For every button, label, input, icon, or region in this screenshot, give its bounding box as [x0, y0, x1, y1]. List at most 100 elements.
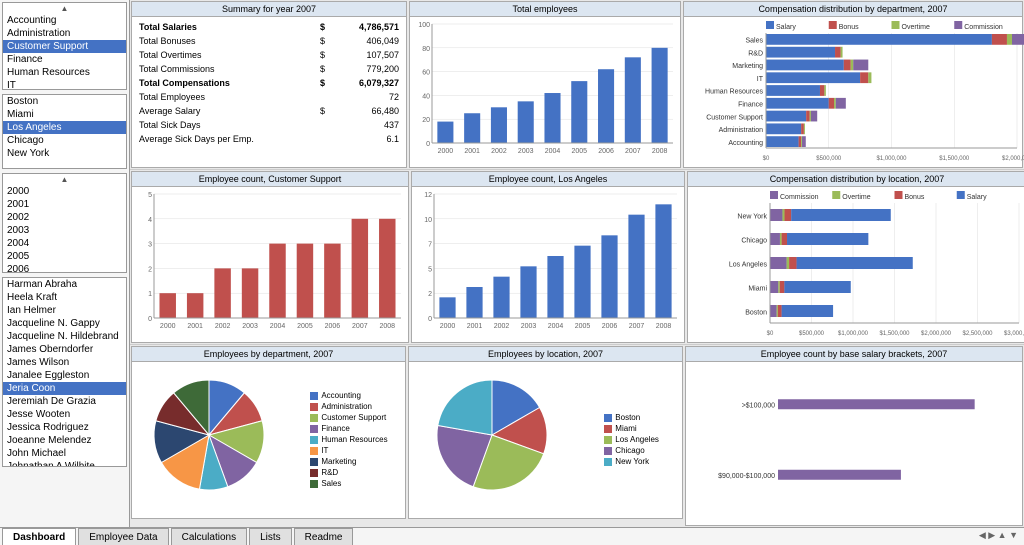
svg-text:2000: 2000 — [438, 148, 454, 155]
svg-text:100: 100 — [418, 22, 430, 29]
tab-lists[interactable]: Lists — [249, 528, 292, 545]
svg-text:Miami: Miami — [748, 286, 767, 293]
year-item[interactable]: 2005 — [3, 250, 126, 263]
svg-text:$0: $0 — [763, 156, 770, 162]
pie-legend-item: IT — [310, 446, 387, 455]
emp-item[interactable]: Jeremiah De Grazia — [3, 395, 126, 408]
summary-row: Total Compensations$6,079,327 — [136, 77, 402, 89]
svg-text:Chicago: Chicago — [741, 238, 767, 245]
tab-readme[interactable]: Readme — [294, 528, 354, 545]
tab-calculations[interactable]: Calculations — [171, 528, 247, 545]
emp-item[interactable]: Johnathan A Wilhite — [3, 460, 126, 467]
svg-text:0: 0 — [426, 141, 430, 148]
main-container: ▲ AccountingAdministrationCustomer Suppo… — [0, 0, 1024, 545]
summary-title: Summary for year 2007 — [132, 2, 406, 17]
svg-text:New York: New York — [737, 214, 767, 221]
svg-text:2005: 2005 — [575, 323, 591, 330]
emp-item[interactable]: Harman Abraha — [3, 278, 126, 291]
svg-text:2008: 2008 — [652, 148, 668, 155]
svg-text:2005: 2005 — [297, 323, 313, 330]
summary-row: Average Salary$66,480 — [136, 105, 402, 117]
locations-listbox[interactable]: BostonMiamiLos AngelesChicagoNew York — [2, 94, 127, 169]
svg-text:Commission: Commission — [964, 24, 1003, 31]
tab-dashboard[interactable]: Dashboard — [2, 528, 76, 545]
emp-item[interactable]: Jacqueline N. Hildebrand — [3, 330, 126, 343]
emp-item[interactable]: James Oberndorfer — [3, 343, 126, 356]
loc-item[interactable]: Los Angeles — [3, 121, 126, 134]
pie-legend-item: Sales — [310, 479, 387, 488]
loc-item[interactable]: Chicago — [3, 134, 126, 147]
pie-legend-item: Chicago — [604, 446, 659, 455]
year-item[interactable]: 2006 — [3, 263, 126, 273]
year-item[interactable]: 2004 — [3, 237, 126, 250]
pie-legend-item: Finance — [310, 424, 387, 433]
dept-pie-chart — [149, 375, 279, 505]
emp-item[interactable]: Jacqueline N. Gappy — [3, 317, 126, 330]
dept-item[interactable]: Customer Support — [3, 40, 126, 53]
dept-item[interactable]: Administration — [3, 27, 126, 40]
dept-item[interactable]: IT — [3, 79, 126, 90]
emp-item[interactable]: Janalee Eggleston — [3, 369, 126, 382]
total-employees-chart: 0204060801002000200120022003200420052006… — [412, 19, 678, 168]
comp-dept-chart: SalaryBonusOvertimeCommission$0$500,000$… — [686, 19, 1022, 168]
svg-text:2008: 2008 — [656, 323, 672, 330]
svg-text:$1,000,000: $1,000,000 — [838, 331, 869, 337]
content-area: ▲ AccountingAdministrationCustomer Suppo… — [0, 0, 1024, 527]
emp-item[interactable]: Jeria Coon — [3, 382, 126, 395]
employees-listbox[interactable]: Harman AbrahaHeela KraftIan HelmerJacque… — [2, 277, 127, 467]
emp-count-loc-title: Employee count, Los Angeles — [412, 172, 684, 187]
comp-dept-title: Compensation distribution by department,… — [684, 2, 1022, 17]
svg-text:10: 10 — [424, 217, 432, 224]
svg-text:80: 80 — [422, 46, 430, 53]
emp-by-loc-title: Employees by location, 2007 — [409, 347, 682, 362]
pie-legend-item: Los Angeles — [604, 435, 659, 444]
scroll-up-year[interactable]: ▲ — [3, 174, 126, 185]
emp-count-dept-title: Employee count, Customer Support — [132, 172, 408, 187]
year-item[interactable]: 2000 — [3, 185, 126, 198]
svg-text:Marketing: Marketing — [732, 63, 763, 70]
summary-row: Total Overtimes$107,507 — [136, 49, 402, 61]
svg-text:2000: 2000 — [160, 323, 176, 330]
dept-item[interactable]: Accounting — [3, 14, 126, 27]
svg-text:0: 0 — [428, 316, 432, 323]
svg-text:2004: 2004 — [548, 323, 564, 330]
loc-item[interactable]: New York — [3, 147, 126, 160]
comp-loc-title: Compensation distribution by location, 2… — [688, 172, 1024, 187]
svg-text:2002: 2002 — [494, 323, 510, 330]
svg-text:2007: 2007 — [352, 323, 368, 330]
emp-by-dept-title: Employees by department, 2007 — [132, 347, 405, 362]
year-item[interactable]: 2003 — [3, 224, 126, 237]
svg-text:$3,000,000: $3,000,000 — [1004, 331, 1024, 337]
emp-item[interactable]: Jessica Rodriguez — [3, 421, 126, 434]
dept-item[interactable]: Human Resources — [3, 66, 126, 79]
emp-item[interactable]: Heela Kraft — [3, 291, 126, 304]
svg-text:7: 7 — [428, 242, 432, 249]
emp-item[interactable]: John Michael — [3, 447, 126, 460]
svg-text:5: 5 — [148, 192, 152, 199]
svg-text:3: 3 — [148, 242, 152, 249]
total-employees-title: Total employees — [410, 2, 680, 17]
dept-item[interactable]: Finance — [3, 53, 126, 66]
scroll-up-dept[interactable]: ▲ — [3, 3, 126, 14]
svg-text:$0: $0 — [767, 331, 774, 337]
pie-legend-item: Boston — [604, 413, 659, 422]
loc-item[interactable]: Miami — [3, 108, 126, 121]
emp-item[interactable]: James Wilson — [3, 356, 126, 369]
top-row: Summary for year 2007 Total Salaries$4,7… — [130, 0, 1024, 170]
pie-legend-item: New York — [604, 457, 659, 466]
emp-item[interactable]: Joeanne Melendez — [3, 434, 126, 447]
year-item[interactable]: 2002 — [3, 211, 126, 224]
pie-legend-item: Miami — [604, 424, 659, 433]
svg-text:$1,500,000: $1,500,000 — [939, 156, 970, 162]
svg-text:4: 4 — [148, 217, 152, 224]
svg-text:2: 2 — [428, 291, 432, 298]
loc-item[interactable]: Boston — [3, 95, 126, 108]
years-listbox[interactable]: ▲ 200020012002200320042005200620072008 ▼ — [2, 173, 127, 273]
svg-text:Accounting: Accounting — [728, 140, 763, 147]
departments-listbox[interactable]: ▲ AccountingAdministrationCustomer Suppo… — [2, 2, 127, 90]
svg-text:Bonus: Bonus — [839, 24, 859, 31]
emp-item[interactable]: Ian Helmer — [3, 304, 126, 317]
year-item[interactable]: 2001 — [3, 198, 126, 211]
emp-item[interactable]: Jesse Wooten — [3, 408, 126, 421]
tab-employee-data[interactable]: Employee Data — [78, 528, 168, 545]
